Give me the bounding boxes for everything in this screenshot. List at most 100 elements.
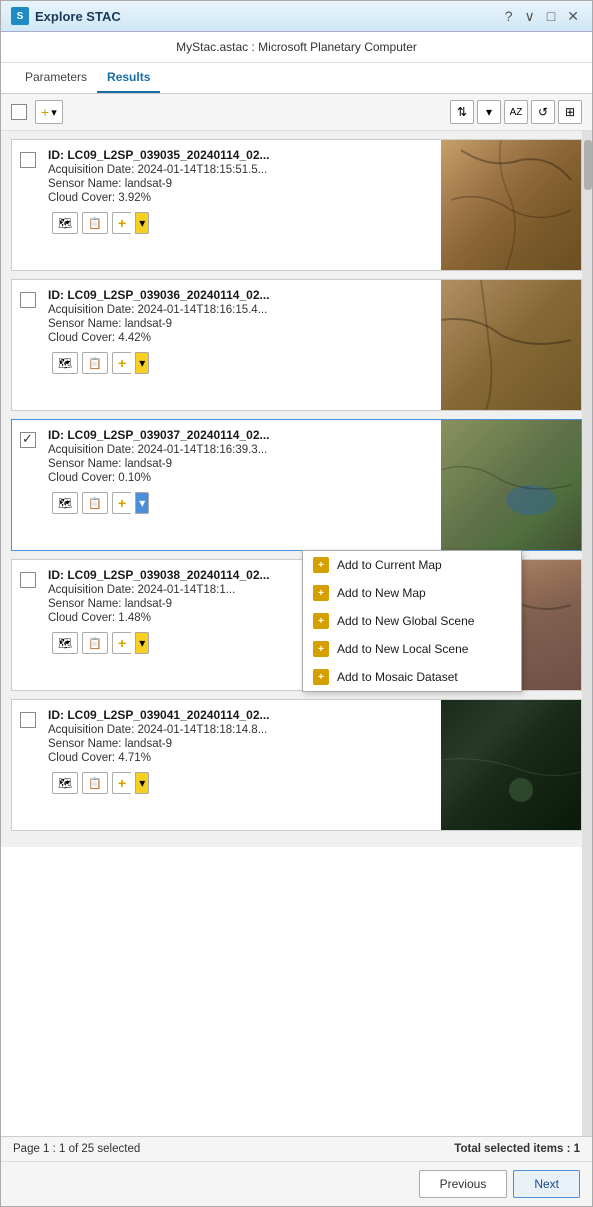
- card-2-cloud: Cloud Cover: 4.42%: [48, 332, 435, 344]
- card-1-checkbox[interactable]: [20, 152, 36, 168]
- menu-item-add-global-scene[interactable]: + Add to New Global Scene: [303, 607, 521, 635]
- results-area: ID: LC09_L2SP_039035_20240114_02... Acqu…: [1, 131, 592, 847]
- card-2-view-btn[interactable]: 🗺: [52, 352, 78, 374]
- card-5-thumbnail: [441, 700, 581, 830]
- add-icon: +: [41, 104, 49, 120]
- card-2-checkbox[interactable]: [20, 292, 36, 308]
- copy-icon: 📋: [88, 217, 102, 230]
- card-1-add-dropdown[interactable]: ▾: [135, 212, 149, 234]
- add-main-icon-2: +: [118, 355, 126, 371]
- sort-dropdown-button[interactable]: ▾: [477, 100, 501, 124]
- card-2-id: ID: LC09_L2SP_039036_20240114_02...: [48, 288, 435, 302]
- card-3-view-btn[interactable]: 🗺: [52, 492, 78, 514]
- card-3-info: ID: LC09_L2SP_039037_20240114_02... Acqu…: [44, 420, 441, 550]
- add-mosaic-icon: +: [313, 669, 329, 685]
- refresh-button[interactable]: ↺: [531, 100, 555, 124]
- minimize-button[interactable]: ∨: [522, 8, 538, 25]
- add-main-icon-5: +: [118, 775, 126, 791]
- card-5-add-main[interactable]: +: [112, 772, 131, 794]
- card-1-add-main[interactable]: +: [112, 212, 131, 234]
- card-3-copy-btn[interactable]: 📋: [82, 492, 108, 514]
- next-button[interactable]: Next: [513, 1170, 580, 1198]
- window-title: Explore STAC: [35, 9, 121, 24]
- card-2-left: [12, 280, 44, 410]
- close-button[interactable]: ✕: [564, 8, 582, 25]
- add-main-icon-4: +: [118, 635, 126, 651]
- card-3-thumbnail: [441, 420, 581, 550]
- card-4-add-main[interactable]: +: [112, 632, 131, 654]
- card-5-add-dropdown[interactable]: ▾: [135, 772, 149, 794]
- card-2-info: ID: LC09_L2SP_039036_20240114_02... Acqu…: [44, 280, 441, 410]
- card-1-thumbnail: [441, 140, 581, 270]
- card-1-copy-btn[interactable]: 📋: [82, 212, 108, 234]
- results-wrapper: ID: LC09_L2SP_039035_20240114_02... Acqu…: [1, 131, 592, 1136]
- add-dropdown-menu: + Add to Current Map + Add to New Map + …: [302, 550, 522, 692]
- add-current-map-label: Add to Current Map: [337, 558, 442, 572]
- add-new-map-label: Add to New Map: [337, 586, 426, 600]
- select-all-checkbox[interactable]: [11, 104, 27, 120]
- card-1-id: ID: LC09_L2SP_039035_20240114_02...: [48, 148, 435, 162]
- card-4-dropdown-arrow: ▾: [139, 636, 145, 650]
- menu-item-add-local-scene[interactable]: + Add to New Local Scene: [303, 635, 521, 663]
- card-2-dropdown-arrow: ▾: [139, 356, 145, 370]
- tab-parameters[interactable]: Parameters: [15, 63, 97, 93]
- maximize-button[interactable]: □: [544, 8, 558, 24]
- export-button[interactable]: ⊞: [558, 100, 582, 124]
- copy-icon-3: 📋: [88, 497, 102, 510]
- card-2-add-main[interactable]: +: [112, 352, 131, 374]
- add-dropdown-arrow[interactable]: ▾: [51, 106, 57, 119]
- card-3-checkbox[interactable]: [20, 432, 36, 448]
- add-main-icon: +: [118, 215, 126, 231]
- card-3-cloud: Cloud Cover: 0.10%: [48, 472, 435, 484]
- sort-az-button[interactable]: AZ: [504, 100, 528, 124]
- title-bar: S Explore STAC ? ∨ □ ✕: [1, 1, 592, 32]
- tab-results[interactable]: Results: [97, 63, 160, 93]
- pagination: Previous Next: [1, 1161, 592, 1206]
- result-card-3: ID: LC09_L2SP_039037_20240114_02... Acqu…: [11, 419, 582, 551]
- card-5-dropdown-arrow: ▾: [139, 776, 145, 790]
- scrollbar-thumb[interactable]: [584, 140, 592, 190]
- previous-button[interactable]: Previous: [419, 1170, 508, 1198]
- card-5-copy-btn[interactable]: 📋: [82, 772, 108, 794]
- card-5-view-btn[interactable]: 🗺: [52, 772, 78, 794]
- card-2-add-dropdown[interactable]: ▾: [135, 352, 149, 374]
- add-button[interactable]: + ▾: [35, 100, 63, 124]
- view-icon-2: 🗺: [58, 357, 72, 370]
- sort-updown-icon: ⇅: [457, 105, 467, 119]
- add-global-scene-icon: +: [313, 613, 329, 629]
- card-1-view-btn[interactable]: 🗺: [52, 212, 78, 234]
- add-global-scene-label: Add to New Global Scene: [337, 614, 474, 628]
- card-1-cloud: Cloud Cover: 3.92%: [48, 192, 435, 204]
- view-icon-3: 🗺: [58, 497, 72, 510]
- card-5-checkbox[interactable]: [20, 712, 36, 728]
- card-4-add-dropdown[interactable]: ▾: [135, 632, 149, 654]
- card-4-left: [12, 560, 44, 690]
- menu-item-add-mosaic[interactable]: + Add to Mosaic Dataset: [303, 663, 521, 691]
- card-5-id: ID: LC09_L2SP_039041_20240114_02...: [48, 708, 435, 722]
- menu-item-add-new-map[interactable]: + Add to New Map: [303, 579, 521, 607]
- sort-updown-button[interactable]: ⇅: [450, 100, 474, 124]
- title-bar-left: S Explore STAC: [11, 7, 121, 25]
- view-icon-5: 🗺: [58, 777, 72, 790]
- card-3-add-main[interactable]: +: [112, 492, 131, 514]
- card-5-info: ID: LC09_L2SP_039041_20240114_02... Acqu…: [44, 700, 441, 830]
- card-2-sensor: Sensor Name: landsat-9: [48, 318, 435, 330]
- toolbar-right: ⇅ ▾ AZ ↺ ⊞: [450, 100, 582, 124]
- card-1-info: ID: LC09_L2SP_039035_20240114_02... Acqu…: [44, 140, 441, 270]
- card-2-copy-btn[interactable]: 📋: [82, 352, 108, 374]
- card-3-dropdown-arrow: ▾: [139, 496, 145, 510]
- card-4-checkbox[interactable]: [20, 572, 36, 588]
- card-5-cloud: Cloud Cover: 4.71%: [48, 752, 435, 764]
- app-icon: S: [11, 7, 29, 25]
- card-4-view-btn[interactable]: 🗺: [52, 632, 78, 654]
- menu-item-add-current-map[interactable]: + Add to Current Map: [303, 551, 521, 579]
- card-5-left: [12, 700, 44, 830]
- help-button[interactable]: ?: [502, 8, 516, 24]
- card-3-add-dropdown[interactable]: ▾: [135, 492, 149, 514]
- add-local-scene-icon: +: [313, 641, 329, 657]
- card-1-dropdown-arrow: ▾: [139, 216, 145, 230]
- sort-dropdown-arrow: ▾: [486, 105, 492, 119]
- copy-icon-4: 📋: [88, 637, 102, 650]
- card-4-copy-btn[interactable]: 📋: [82, 632, 108, 654]
- copy-icon-2: 📋: [88, 357, 102, 370]
